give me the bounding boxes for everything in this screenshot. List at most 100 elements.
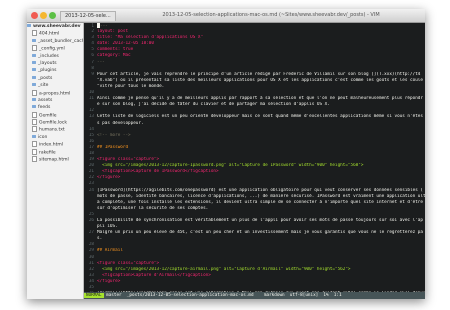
vim-window: 2013-12-05-sele... 2013-12-05-selection-… [27,9,425,299]
file-tree-item-label: Gemfile.lock [39,120,68,126]
mode-indicator: NORMAL [84,293,104,298]
line-text: --- [97,59,105,65]
file-tree-item-label: _includes [38,53,59,59]
line-text: Ainsi comme je pense qu'il y a de meille… [97,96,423,102]
tab-active-file[interactable]: 2013-12-05-sele... [60,11,116,21]
line-text: <figure class="capture"> [97,260,160,266]
line-number: 24 [88,187,94,193]
file-icon [32,119,37,126]
line-text: s. [97,236,103,242]
line-text: Pour cet article, je vais reprendre le p… [97,71,421,77]
folder-icon [32,75,36,79]
code-lines: 1 --- 2 layout: post 3 title: "Ma sélection d… [84,23,425,292]
line-text: Cette liste de logiciels est un peu orie… [97,114,423,120]
window-title: 2013-12-05-selection-applications-mac-os… [162,12,380,18]
file-tree-item-label: _site [38,83,49,89]
file-tree-item[interactable]: a-propos.html [27,89,83,97]
line-text: layout: post [97,29,129,35]
line-text: Malgré un prix un peu élevé de 45€, c'es… [97,230,423,236]
line-text: <figcaption>Capture d'Airmail</figcaptio… [97,272,211,278]
line-text: e sur son blog, j'ai décidé de tâter du … [97,102,330,108]
line-text: ## 1Password [97,144,129,150]
line-text: La possibilité de synchronisation est vé… [97,218,423,223]
file-tree-item[interactable]: feeds [27,104,83,111]
file-icon [32,30,37,37]
file-tree-item[interactable]: Gemfile [27,111,83,119]
line-text: mots de passe, identité bancaires, licen… [97,193,425,199]
line-text: <!-- more --> [97,132,131,138]
file-tree-item[interactable]: humans.txt [27,126,83,133]
line-text: s pas développeur. [97,120,144,126]
file-icon [32,126,37,133]
file-tree-item[interactable]: Gemfile.lock [27,119,83,126]
line-text: title: "Ma sélection d'applications OS X… [97,35,204,41]
file-tree-item-label: _plugins [38,68,57,74]
file-tree-item-label: icon [38,134,48,140]
file-tree-item[interactable]: 404.html [27,30,83,37]
file-tree-root[interactable]: www.sheevabr.dev [27,23,83,30]
line-text: comments: true [97,47,134,53]
line-text: sûr d'optimiser la sécurité de ses compt… [97,205,209,211]
folder-icon [32,105,36,109]
line-text: date: 2013-12-05 18:00 [97,41,154,47]
file-tree-item[interactable]: _layouts [27,60,83,67]
file-tree-item-label: _asset_bundler_cache [38,38,83,44]
file-tree-item[interactable]: _asset_bundler_cache [27,38,83,45]
file-tree-item-label: assets [38,97,53,103]
close-window-button[interactable] [31,12,38,19]
file-tree-item-label: index.html [39,142,63,148]
folder-icon [32,83,36,87]
file-tree-item[interactable]: _config.yml [27,45,83,52]
line-text: <figure class="capture"> [97,157,160,163]
file-tree-item[interactable]: assets [27,97,83,104]
line-text: </figure> [97,278,121,284]
line-number: 9 [91,71,94,77]
code-line: 26 La possibilité de synchronisation est … [84,218,425,224]
file-icon [32,148,37,155]
file-tree-item[interactable]: icon [27,134,83,141]
file-tree-list: 404.html _asset_bundler_cache _config.yml _… [27,30,83,163]
file-tree-sidebar: www.sheevabr.dev 404.html _asset_bundler_… [27,23,84,299]
line-text: ## Airmail [97,248,123,254]
file-tree-item-label: _layouts [38,60,57,66]
file-tree-item-label: feeds [38,105,51,111]
file-icon [32,45,37,52]
title-bar[interactable]: 2013-12-05-sele... 2013-12-05-selection-… [27,9,425,23]
file-tree-item[interactable]: _plugins [27,67,83,74]
file-tree-item[interactable]: sitemap.html [27,156,83,163]
editor-pane[interactable]: 1 --- 2 layout: post 3 title: "Ma sélection d… [84,23,425,292]
folder-icon [32,60,36,64]
line-text: "vitre pour tous le monde. [97,83,165,89]
line-text: </figure> [97,175,121,181]
zoom-window-button[interactable] [49,12,56,19]
file-tree-item-label: _posts [38,75,53,81]
folder-icon [27,24,31,27]
file-tree-item-label: Gemfile [39,113,57,119]
folder-icon [32,38,36,42]
file-tree-item[interactable]: rakefile [27,148,83,156]
minimize-window-button[interactable] [40,12,47,19]
line-text: a complète, une fois installé les extens… [97,199,423,205]
folder-icon [32,97,36,101]
line-text: <figcaption>Capture de 1Password</figcap… [97,169,219,175]
line-text: pli iOS. [97,224,118,230]
file-tree-item[interactable]: _site [27,82,83,89]
file-icon [32,89,37,96]
code-line: 27 Malgré un prix un peu élevé de 45€, c'… [84,230,425,236]
file-tree-item-label: rakefile [39,150,56,156]
status-text: master _posts/2013-12-05-selection-appli… [103,293,342,298]
file-icon [32,156,37,163]
folder-icon [32,53,36,57]
file-tree-item[interactable]: _includes [27,53,83,60]
line-text: "X.vab") où il présentait sa liste des m… [97,77,423,83]
file-tree-item-label: sitemap.html [39,157,69,163]
file-tree-item[interactable]: _posts [27,75,83,82]
folder-icon [32,68,36,72]
file-tree-item-label: humans.txt [39,127,65,133]
file-tree-item[interactable]: index.html [27,141,83,148]
file-tree-item-label: a-propos.html [39,91,71,97]
file-icon [32,141,37,148]
line-text: category: Mac [97,53,131,59]
file-icon [32,111,37,118]
line-text: <img src="/images/2013-12/capture-airmai… [97,266,351,272]
